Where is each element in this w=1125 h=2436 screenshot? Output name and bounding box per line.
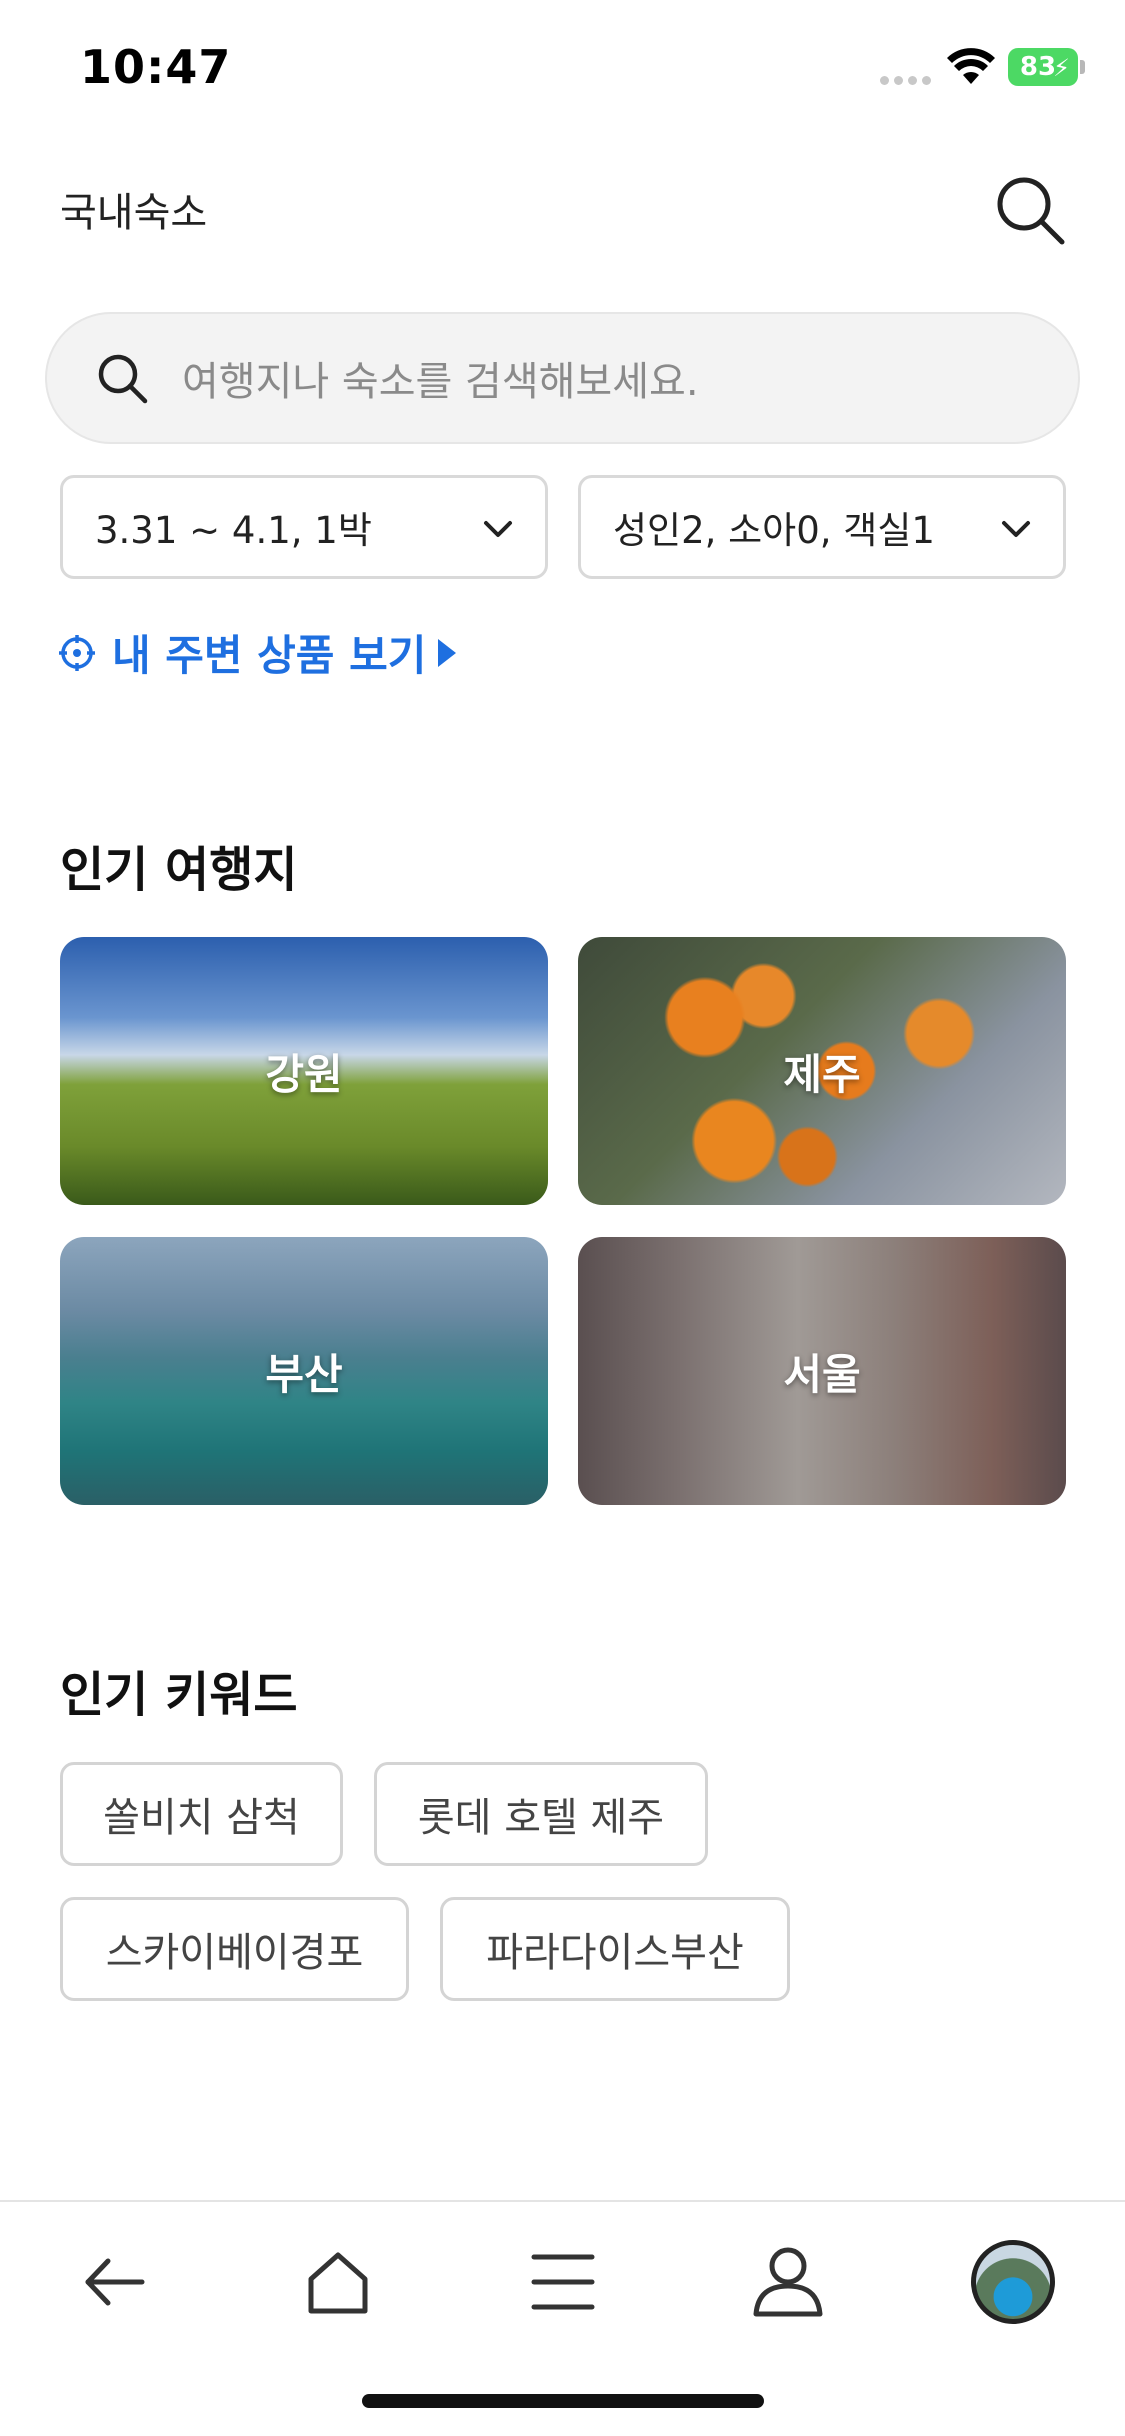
keyword-chip[interactable]: 롯데 호텔 제주	[374, 1762, 708, 1866]
guest-selector[interactable]: 성인2, 소아0, 객실1	[578, 475, 1066, 579]
menu-icon	[531, 2254, 595, 2310]
popular-keywords-title: 인기 키워드	[60, 1667, 298, 1723]
profile-avatar	[971, 2240, 1055, 2324]
destination-card-seoul[interactable]: 서울	[578, 1237, 1066, 1505]
battery-icon: 83 ⚡	[1008, 48, 1085, 86]
search-icon	[98, 354, 148, 404]
cellular-signal-icon	[880, 76, 931, 85]
home-icon	[308, 2252, 368, 2314]
profile-avatar-button[interactable]	[963, 2232, 1063, 2332]
destination-card-gangwon[interactable]: 강원	[60, 937, 548, 1205]
keyword-chip[interactable]: 쏠비치 삼척	[60, 1762, 343, 1866]
page-title: 국내숙소	[60, 190, 208, 236]
destination-label: 부산	[265, 1349, 343, 1399]
chevron-down-icon	[484, 521, 512, 537]
home-indicator	[362, 2394, 764, 2408]
status-time: 10:47	[80, 40, 232, 94]
chevron-down-icon	[1002, 521, 1030, 537]
user-icon	[753, 2247, 823, 2317]
keyword-chip[interactable]: 파라다이스부산	[440, 1897, 790, 2001]
destination-label: 서울	[783, 1349, 861, 1399]
nav-home-button[interactable]	[288, 2232, 388, 2332]
location-target-icon	[59, 634, 95, 671]
back-arrow-icon	[85, 2258, 145, 2306]
search-placeholder: 여행지나 숙소를 검색해보세요.	[182, 359, 699, 405]
wifi-icon	[947, 48, 995, 84]
nav-menu-button[interactable]	[513, 2232, 613, 2332]
guest-value: 성인2, 소아0, 객실1	[613, 509, 935, 552]
popular-destinations-title: 인기 여행지	[60, 842, 298, 898]
charging-bolt-icon: ⚡	[1053, 54, 1070, 82]
search-input[interactable]: 여행지나 숙소를 검색해보세요.	[45, 312, 1080, 444]
header-search-icon[interactable]	[990, 170, 1070, 250]
date-selector[interactable]: 3.31 ~ 4.1, 1박	[60, 475, 548, 579]
destination-label: 제주	[783, 1049, 861, 1099]
play-arrow-icon	[438, 638, 457, 667]
destination-card-busan[interactable]: 부산	[60, 1237, 548, 1505]
keyword-chip[interactable]: 스카이베이경포	[60, 1897, 409, 2001]
nearby-label: 내 주변 상품 보기	[112, 631, 427, 680]
destination-label: 강원	[265, 1049, 343, 1099]
nav-user-button[interactable]	[738, 2232, 838, 2332]
status-bar: 10:47 83 ⚡	[0, 0, 1125, 135]
destination-card-jeju[interactable]: 제주	[578, 937, 1066, 1205]
battery-level: 83	[1019, 52, 1057, 82]
date-value: 3.31 ~ 4.1, 1박	[95, 509, 372, 552]
nearby-products-link[interactable]: 내 주변 상품 보기	[58, 622, 457, 683]
nav-back-button[interactable]	[63, 2232, 163, 2332]
